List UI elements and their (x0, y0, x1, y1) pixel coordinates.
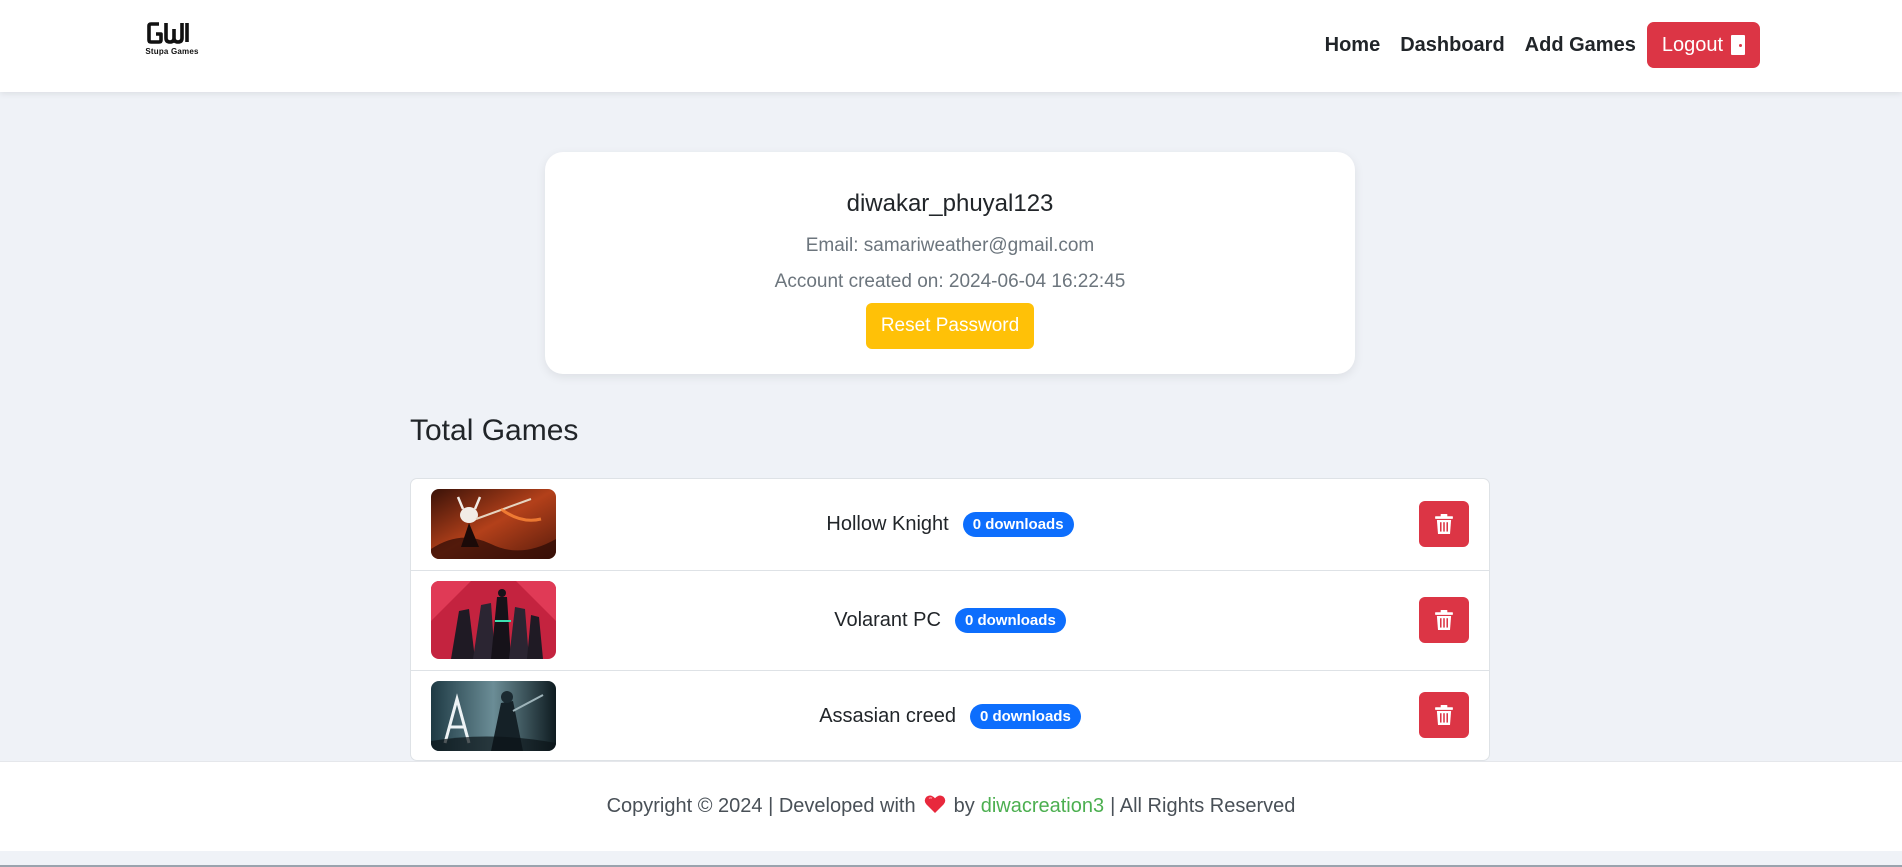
nav-add-games-link[interactable]: Add Games (1515, 34, 1646, 57)
brand-name: Stupa Games (145, 47, 199, 56)
games-list: Hollow Knight 0 downloads Volarant PC 0 … (410, 478, 1490, 761)
profile-username: diwakar_phuyal123 (846, 190, 1054, 217)
footer-author-link[interactable]: diwacreation3 (981, 795, 1104, 818)
door-icon (1731, 35, 1745, 55)
game-row: Assasian creed 0 downloads (411, 671, 1489, 760)
delete-game-button[interactable] (1419, 692, 1469, 738)
brand-logo[interactable]: Stupa Games (140, 20, 204, 60)
game-info: Hollow Knight 0 downloads (411, 479, 1489, 570)
profile-card: diwakar_phuyal123 Email: samariweather@g… (545, 152, 1355, 374)
trash-icon (1435, 514, 1453, 534)
logout-label: Logout (1661, 33, 1723, 56)
logout-button[interactable]: Logout (1646, 22, 1760, 68)
delete-game-button[interactable] (1419, 597, 1469, 643)
downloads-badge: 0 downloads (969, 704, 1081, 729)
footer-rights: | All Rights Reserved (1110, 795, 1296, 817)
game-thumbnail (431, 581, 556, 659)
heart-icon (924, 794, 946, 820)
game-title: Assasian creed (819, 705, 956, 727)
game-title: Volarant PC (834, 609, 941, 631)
profile-created-date: Account created on: 2024-06-04 16:22:45 (774, 271, 1126, 292)
game-row: Volarant PC 0 downloads (411, 571, 1489, 671)
total-games-heading: Total Games (410, 414, 579, 447)
footer: Copyright © 2024 | Developed with by diw… (0, 761, 1902, 851)
game-thumbnail (431, 489, 556, 559)
nav-links: Home Dashboard Add Games Logout (1315, 22, 1760, 68)
trash-icon (1435, 610, 1453, 630)
profile-email: Email: samariweather@gmail.com (805, 235, 1095, 256)
game-info: Assasian creed 0 downloads (411, 671, 1489, 760)
page-bottom-edge (0, 851, 1902, 867)
game-row: Hollow Knight 0 downloads (411, 479, 1489, 571)
trash-icon (1435, 705, 1453, 725)
logo-mark-icon (147, 22, 189, 44)
nav-dashboard-link[interactable]: Dashboard (1390, 34, 1514, 57)
footer-by: by (953, 795, 975, 817)
game-info: Volarant PC 0 downloads (411, 571, 1489, 670)
delete-game-button[interactable] (1419, 501, 1469, 547)
navbar: Stupa Games Home Dashboard Add Games Log… (0, 0, 1902, 92)
game-thumbnail (431, 681, 556, 751)
footer-copyright: Copyright © 2024 | Developed with (606, 795, 916, 817)
nav-home-link[interactable]: Home (1315, 34, 1391, 57)
game-title: Hollow Knight (826, 513, 949, 535)
reset-password-button[interactable]: Reset Password (866, 303, 1034, 349)
downloads-badge: 0 downloads (962, 512, 1074, 537)
downloads-badge: 0 downloads (954, 608, 1066, 633)
